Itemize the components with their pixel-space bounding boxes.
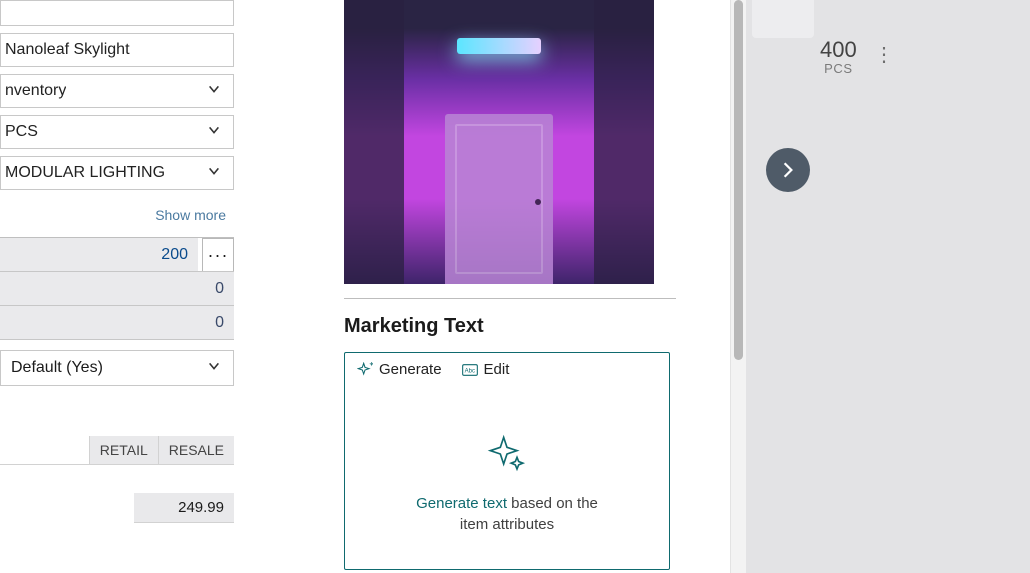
image-door bbox=[445, 114, 553, 284]
value-1-cell[interactable]: 200 bbox=[0, 238, 198, 271]
vertical-scrollbar[interactable] bbox=[730, 0, 746, 573]
category-label: MODULAR LIGHTING bbox=[5, 164, 165, 182]
marketing-toolbar: Generate Abc Edit bbox=[345, 353, 669, 384]
more-options-button[interactable]: ⋮ bbox=[874, 42, 894, 67]
price-value: 249.99 bbox=[178, 499, 224, 516]
edit-label: Edit bbox=[484, 361, 510, 378]
image-wall-left bbox=[344, 0, 404, 284]
placeholder-text[interactable]: Generate text based on the item attribut… bbox=[375, 494, 639, 535]
chevron-right-icon bbox=[779, 161, 797, 179]
value-row-2: 0 bbox=[0, 272, 234, 306]
chevron-down-icon bbox=[205, 359, 223, 378]
edit-button[interactable]: Abc Edit bbox=[462, 361, 510, 378]
value-3: 0 bbox=[215, 314, 224, 332]
item-name-field[interactable]: Nanoleaf Skylight bbox=[0, 33, 234, 67]
default-label: Default (Yes) bbox=[11, 359, 103, 377]
price-headers: RETAIL RESALE bbox=[0, 436, 234, 465]
side-info-panel: 400 PCS ⋮ bbox=[746, 0, 1030, 573]
category-dropdown[interactable]: MODULAR LIGHTING bbox=[0, 156, 234, 190]
value-1: 200 bbox=[161, 246, 188, 264]
chevron-down-icon bbox=[205, 164, 223, 183]
quantity-unit: PCS bbox=[820, 62, 857, 76]
value-2: 0 bbox=[215, 280, 224, 298]
header-retail[interactable]: RETAIL bbox=[89, 436, 158, 464]
sparkle-icon bbox=[357, 362, 373, 378]
value-1-more-button[interactable]: ··· bbox=[202, 238, 234, 271]
value-row-3: 0 bbox=[0, 306, 234, 340]
scrollbar-thumb[interactable] bbox=[734, 0, 743, 360]
placeholder-rest-2: item attributes bbox=[460, 516, 554, 533]
chevron-down-icon bbox=[205, 82, 223, 101]
marketing-text-title: Marketing Text bbox=[344, 315, 676, 338]
item-name-value: Nanoleaf Skylight bbox=[5, 41, 130, 59]
generate-text-link: Generate text bbox=[416, 495, 507, 512]
default-dropdown[interactable]: Default (Yes) bbox=[0, 350, 234, 386]
uom-dropdown[interactable]: PCS bbox=[0, 115, 234, 149]
divider bbox=[344, 298, 676, 299]
center-panel: Marketing Text Generate Abc bbox=[344, 0, 676, 573]
value-3-cell[interactable]: 0 bbox=[0, 306, 234, 339]
inventory-dropdown[interactable]: nventory bbox=[0, 74, 234, 108]
generate-button[interactable]: Generate bbox=[357, 361, 442, 378]
uom-label: PCS bbox=[5, 123, 38, 141]
sparkle-large-icon bbox=[487, 434, 527, 480]
svg-text:Abc: Abc bbox=[464, 368, 474, 374]
marketing-text-box: Generate Abc Edit bbox=[344, 352, 670, 570]
price-cell[interactable]: 249.99 bbox=[134, 493, 234, 523]
show-more-link[interactable]: Show more bbox=[0, 197, 234, 238]
product-image[interactable] bbox=[344, 0, 654, 284]
header-resale[interactable]: RESALE bbox=[158, 436, 234, 464]
price-row: 249.99 bbox=[0, 493, 234, 523]
value-2-cell[interactable]: 0 bbox=[0, 272, 234, 305]
field-blank-top[interactable] bbox=[0, 0, 234, 26]
generate-label: Generate bbox=[379, 361, 442, 378]
edit-icon: Abc bbox=[462, 363, 478, 377]
quantity-value: 400 bbox=[820, 38, 857, 62]
image-ceiling-light bbox=[457, 38, 541, 54]
image-wall-right bbox=[594, 0, 654, 284]
right-card-stub bbox=[752, 0, 814, 38]
inventory-label: nventory bbox=[5, 82, 66, 100]
generate-placeholder: Generate text based on the item attribut… bbox=[345, 384, 669, 541]
next-round-button[interactable] bbox=[766, 148, 810, 192]
placeholder-rest-1: based on the bbox=[507, 495, 598, 512]
quantity-block[interactable]: 400 PCS bbox=[820, 38, 857, 76]
show-more-label: Show more bbox=[155, 207, 226, 223]
chevron-down-icon bbox=[205, 123, 223, 142]
item-form-panel: Nanoleaf Skylight nventory PCS MODULAR L… bbox=[0, 0, 240, 573]
center-panel-wrap: Marketing Text Generate Abc bbox=[240, 0, 730, 573]
value-row-1: 200 ··· bbox=[0, 238, 234, 272]
